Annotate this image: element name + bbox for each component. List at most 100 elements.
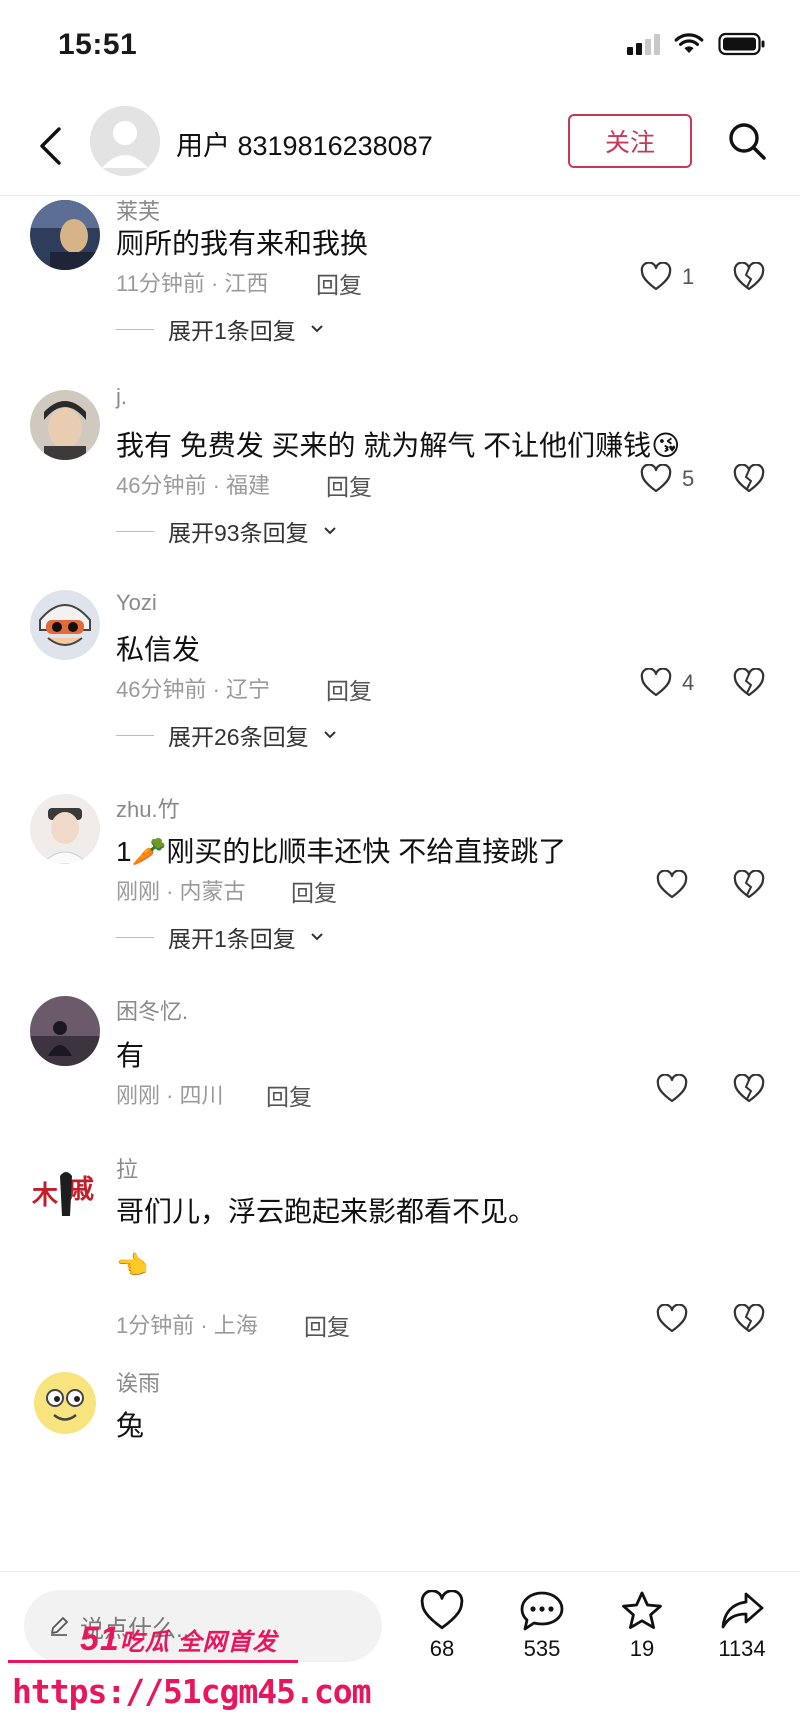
comment-avatar[interactable] bbox=[30, 590, 100, 660]
reply-button[interactable]: 回复 bbox=[326, 672, 372, 706]
watermark-logo-text: 吃瓜 全网首发 bbox=[119, 1629, 278, 1656]
comment-text: 厕所的我有来和我换 bbox=[116, 228, 369, 259]
heart-icon bbox=[656, 1074, 688, 1103]
expand-replies[interactable]: 展开26条回复 bbox=[116, 718, 337, 752]
comment-avatar[interactable] bbox=[30, 794, 100, 864]
comment-username[interactable]: zhu.竹 bbox=[116, 792, 180, 824]
svg-text:戚: 戚 bbox=[68, 1175, 94, 1205]
reply-button[interactable]: 回复 bbox=[266, 1078, 312, 1112]
divider bbox=[116, 328, 154, 330]
favorite-action[interactable]: 19 bbox=[602, 1590, 682, 1662]
comment-username[interactable]: Yozi bbox=[116, 590, 157, 616]
chevron-down-icon bbox=[311, 933, 323, 941]
like-button[interactable] bbox=[656, 1304, 688, 1334]
divider bbox=[116, 734, 154, 736]
pencil-icon bbox=[51, 1617, 68, 1636]
expand-replies-label: 展开26条回复 bbox=[168, 724, 309, 750]
comment-avatar[interactable] bbox=[30, 390, 100, 460]
reply-button[interactable]: 回复 bbox=[326, 468, 372, 502]
battery-icon bbox=[718, 32, 765, 56]
avatar[interactable] bbox=[90, 106, 160, 176]
avatar-image bbox=[30, 1368, 100, 1438]
expand-replies[interactable]: 展开1条回复 bbox=[116, 920, 324, 954]
avatar-image bbox=[30, 200, 100, 270]
heart-icon bbox=[656, 870, 688, 899]
broken-heart-icon bbox=[733, 1073, 765, 1103]
chevron-down-icon bbox=[323, 527, 336, 535]
avatar-image bbox=[30, 794, 100, 864]
status-bar: 15:51 bbox=[0, 0, 800, 96]
reply-button[interactable]: 回复 bbox=[291, 874, 337, 908]
comment-text: 私信发 bbox=[116, 634, 201, 665]
wifi-icon bbox=[674, 33, 704, 53]
expand-replies[interactable]: 展开1条回复 bbox=[116, 312, 324, 346]
watermark-underline bbox=[8, 1660, 298, 1663]
follow-button[interactable]: 关注 bbox=[568, 114, 692, 168]
comment-avatar[interactable]: 木 戚 bbox=[30, 1158, 100, 1228]
comment-avatar[interactable] bbox=[30, 1368, 100, 1438]
chat-bubble-icon bbox=[520, 1591, 564, 1631]
like-count: 4 bbox=[682, 670, 695, 695]
comment-meta: 11分钟前 · 江西 bbox=[116, 271, 269, 296]
comment-meta: 刚刚 · 内蒙古 bbox=[116, 879, 246, 904]
dislike-button[interactable] bbox=[733, 463, 765, 499]
comment-username[interactable]: 拉 bbox=[116, 1152, 138, 1184]
reply-button[interactable]: 回复 bbox=[304, 1308, 350, 1342]
comment-text: 哥们儿，浮云跑起来影都看不见。 bbox=[116, 1196, 537, 1227]
chevron-left-icon bbox=[40, 127, 61, 165]
heart-icon bbox=[420, 1590, 464, 1630]
like-button[interactable] bbox=[656, 870, 698, 900]
like-button[interactable] bbox=[656, 1074, 688, 1104]
like-button[interactable]: 4 bbox=[640, 668, 694, 698]
comment-avatar[interactable] bbox=[30, 200, 100, 270]
search-icon bbox=[729, 123, 766, 160]
broken-heart-icon bbox=[733, 1303, 765, 1333]
avatar-image bbox=[30, 590, 100, 660]
comment-text: 有 bbox=[116, 1040, 145, 1071]
like-count: 1 bbox=[682, 264, 695, 289]
dislike-button[interactable] bbox=[733, 869, 765, 905]
profile-username: 用户 8319816238087 bbox=[176, 131, 433, 161]
comment-total: 535 bbox=[523, 1636, 561, 1661]
like-button[interactable]: 5 bbox=[640, 464, 694, 494]
share-arrow-icon bbox=[721, 1592, 764, 1629]
reply-button[interactable]: 回复 bbox=[316, 266, 362, 300]
like-action[interactable]: 68 bbox=[402, 1590, 482, 1662]
dislike-button[interactable] bbox=[733, 261, 765, 297]
comment-list[interactable]: 莱芙 厕所的我有来和我换 11分钟前 · 江西 回复 1 展开1条回复 j. 我… bbox=[0, 196, 800, 1571]
comment-meta: 46分钟前 · 福建 bbox=[116, 473, 271, 498]
broken-heart-icon bbox=[733, 869, 765, 899]
comment-text: 兔 bbox=[116, 1410, 145, 1441]
search-button[interactable] bbox=[722, 116, 772, 166]
divider bbox=[116, 936, 154, 938]
dislike-button[interactable] bbox=[733, 1073, 765, 1109]
dislike-button[interactable] bbox=[733, 667, 765, 703]
comment-emoji: 👈 bbox=[116, 1250, 149, 1280]
back-button[interactable] bbox=[30, 120, 70, 172]
avatar-image: 木 戚 bbox=[30, 1158, 100, 1228]
expand-replies[interactable]: 展开93条回复 bbox=[116, 514, 337, 548]
comment-meta: 46分钟前 · 辽宁 bbox=[116, 677, 271, 702]
watermark-url: https://51cgm45.com bbox=[12, 1672, 371, 1711]
comment-meta: 1分钟前 · 上海 bbox=[116, 1313, 258, 1338]
comment-username[interactable]: j. bbox=[116, 384, 127, 410]
comment-action[interactable]: 535 bbox=[502, 1590, 582, 1662]
dislike-button[interactable] bbox=[733, 1303, 765, 1339]
avatar-image bbox=[30, 996, 100, 1066]
status-icons bbox=[627, 32, 766, 56]
heart-icon bbox=[640, 262, 672, 291]
comment-avatar[interactable] bbox=[30, 996, 100, 1066]
like-total: 68 bbox=[429, 1636, 455, 1661]
share-total: 1134 bbox=[718, 1636, 766, 1661]
expand-replies-label: 展开1条回复 bbox=[168, 318, 296, 344]
share-action[interactable]: 1134 bbox=[702, 1590, 782, 1662]
comment-username[interactable]: 诶雨 bbox=[116, 1366, 160, 1398]
like-button[interactable]: 1 bbox=[640, 262, 694, 292]
comment-meta: 刚刚 · 四川 bbox=[116, 1083, 224, 1108]
comment-text: 1🥕刚买的比顺丰还快 不给直接跳了 bbox=[116, 836, 567, 867]
default-avatar-icon bbox=[90, 106, 160, 176]
heart-icon bbox=[640, 668, 672, 697]
profile-header: 用户 8319816238087 关注 bbox=[0, 96, 800, 196]
comment-username[interactable]: 困冬忆. bbox=[116, 994, 188, 1026]
divider bbox=[116, 530, 154, 532]
